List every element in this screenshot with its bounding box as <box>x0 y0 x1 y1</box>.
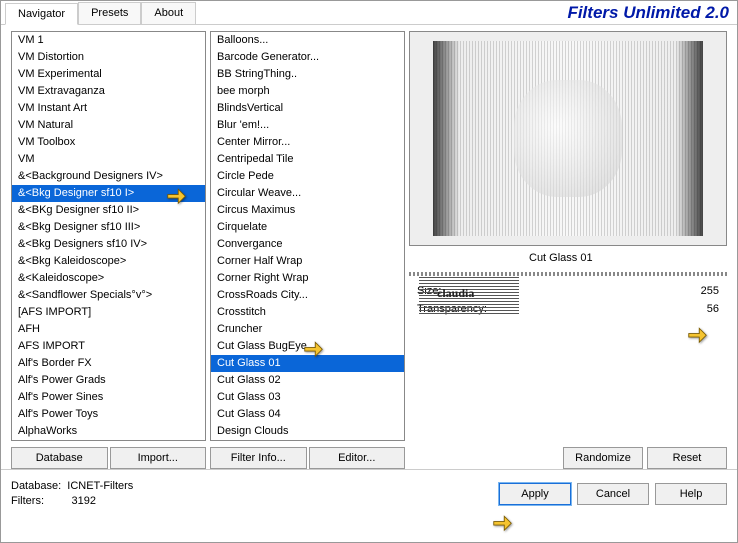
randomize-button[interactable]: Randomize <box>563 447 643 469</box>
category-item[interactable]: Alf's Border FX <box>12 355 205 372</box>
filter-list[interactable]: Balloons...Barcode Generator...BB String… <box>210 31 405 441</box>
category-item[interactable]: AlphaWorks <box>12 423 205 440</box>
category-item[interactable]: AFH <box>12 321 205 338</box>
category-item[interactable]: &<Background Designers IV> <box>12 168 205 185</box>
filter-item[interactable]: Corner Right Wrap <box>211 270 404 287</box>
filter-item[interactable]: Blur 'em!... <box>211 117 404 134</box>
category-item[interactable]: VM Experimental <box>12 66 205 83</box>
category-item[interactable]: &<BKg Designer sf10 II> <box>12 202 205 219</box>
param-label: Transparency: <box>417 303 487 315</box>
database-button[interactable]: Database <box>11 447 108 469</box>
param-row[interactable]: Transparency: 56 <box>411 300 725 318</box>
param-value: 255 <box>701 285 719 297</box>
help-button[interactable]: Help <box>655 483 727 505</box>
tab-navigator[interactable]: Navigator <box>5 3 78 25</box>
parameters-panel: Size: 255 Transparency: 56 <box>409 278 727 322</box>
filter-item[interactable]: bee morph <box>211 83 404 100</box>
tab-about[interactable]: About <box>141 2 196 24</box>
category-list[interactable]: VM 1VM DistortionVM ExperimentalVM Extra… <box>11 31 206 441</box>
tab-presets[interactable]: Presets <box>78 2 141 24</box>
filter-item[interactable]: Cut Glass 04 <box>211 406 404 423</box>
param-label: Size: <box>417 285 441 297</box>
category-item[interactable]: &<Bkg Designer sf10 III> <box>12 219 205 236</box>
category-item[interactable]: Alf's Power Sines <box>12 389 205 406</box>
import-button[interactable]: Import... <box>110 447 207 469</box>
filter-item[interactable]: Cirquelate <box>211 219 404 236</box>
category-item[interactable]: &<Sandflower Specials°v°> <box>12 287 205 304</box>
filter-item[interactable]: Crosstitch <box>211 304 404 321</box>
filter-item[interactable]: Center Mirror... <box>211 134 404 151</box>
filter-item[interactable]: Design Clouds <box>211 423 404 440</box>
category-item[interactable]: [AFS IMPORT] <box>12 304 205 321</box>
category-item[interactable]: VM Natural <box>12 117 205 134</box>
param-row[interactable]: Size: 255 <box>411 282 725 300</box>
filter-item[interactable]: Cut Glass BugEye <box>211 338 404 355</box>
preview-image <box>409 31 727 246</box>
apply-button[interactable]: Apply <box>499 483 571 505</box>
separator <box>409 272 727 276</box>
footer-info: Database: ICNET-Filters Filters: 3192 <box>11 479 133 509</box>
filter-item[interactable]: BlindsVertical <box>211 100 404 117</box>
filter-item[interactable]: Cut Glass 03 <box>211 389 404 406</box>
reset-button[interactable]: Reset <box>647 447 727 469</box>
filter-item[interactable]: CrossRoads City... <box>211 287 404 304</box>
filter-info-button[interactable]: Filter Info... <box>210 447 307 469</box>
category-item[interactable]: VM <box>12 151 205 168</box>
category-item[interactable]: VM 1 <box>12 32 205 49</box>
category-item[interactable]: VM Instant Art <box>12 100 205 117</box>
category-item[interactable]: &<Bkg Designers sf10 IV> <box>12 236 205 253</box>
app-title: Filters Unlimited 2.0 <box>567 3 729 23</box>
filter-item[interactable]: Circle Pede <box>211 168 404 185</box>
filter-item[interactable]: Cut Glass 02 <box>211 372 404 389</box>
category-item[interactable]: &<Kaleidoscope> <box>12 270 205 287</box>
filter-item[interactable]: BB StringThing.. <box>211 66 404 83</box>
filter-item[interactable]: Barcode Generator... <box>211 49 404 66</box>
filter-item[interactable]: Centripedal Tile <box>211 151 404 168</box>
current-filter-name: Cut Glass 01 <box>409 246 727 270</box>
category-item[interactable]: VM Distortion <box>12 49 205 66</box>
category-item[interactable]: Alf's Power Grads <box>12 372 205 389</box>
category-item[interactable]: &<Bkg Kaleidoscope> <box>12 253 205 270</box>
category-item[interactable]: Alf's Power Toys <box>12 406 205 423</box>
filter-item[interactable]: Cruncher <box>211 321 404 338</box>
filter-item[interactable]: Circular Weave... <box>211 185 404 202</box>
filter-item[interactable]: Cut Glass 01 <box>211 355 404 372</box>
editor-button[interactable]: Editor... <box>309 447 406 469</box>
param-value: 56 <box>707 303 719 315</box>
filter-item[interactable]: Corner Half Wrap <box>211 253 404 270</box>
filter-item[interactable]: Balloons... <box>211 32 404 49</box>
category-item[interactable]: VM Toolbox <box>12 134 205 151</box>
cancel-button[interactable]: Cancel <box>577 483 649 505</box>
category-item[interactable]: &<Bkg Designer sf10 I> <box>12 185 205 202</box>
filter-item[interactable]: Convergance <box>211 236 404 253</box>
category-item[interactable]: VM Extravaganza <box>12 83 205 100</box>
filter-item[interactable]: Dice It <box>211 440 404 441</box>
category-item[interactable]: AFS IMPORT <box>12 338 205 355</box>
filter-item[interactable]: Circus Maximus <box>211 202 404 219</box>
